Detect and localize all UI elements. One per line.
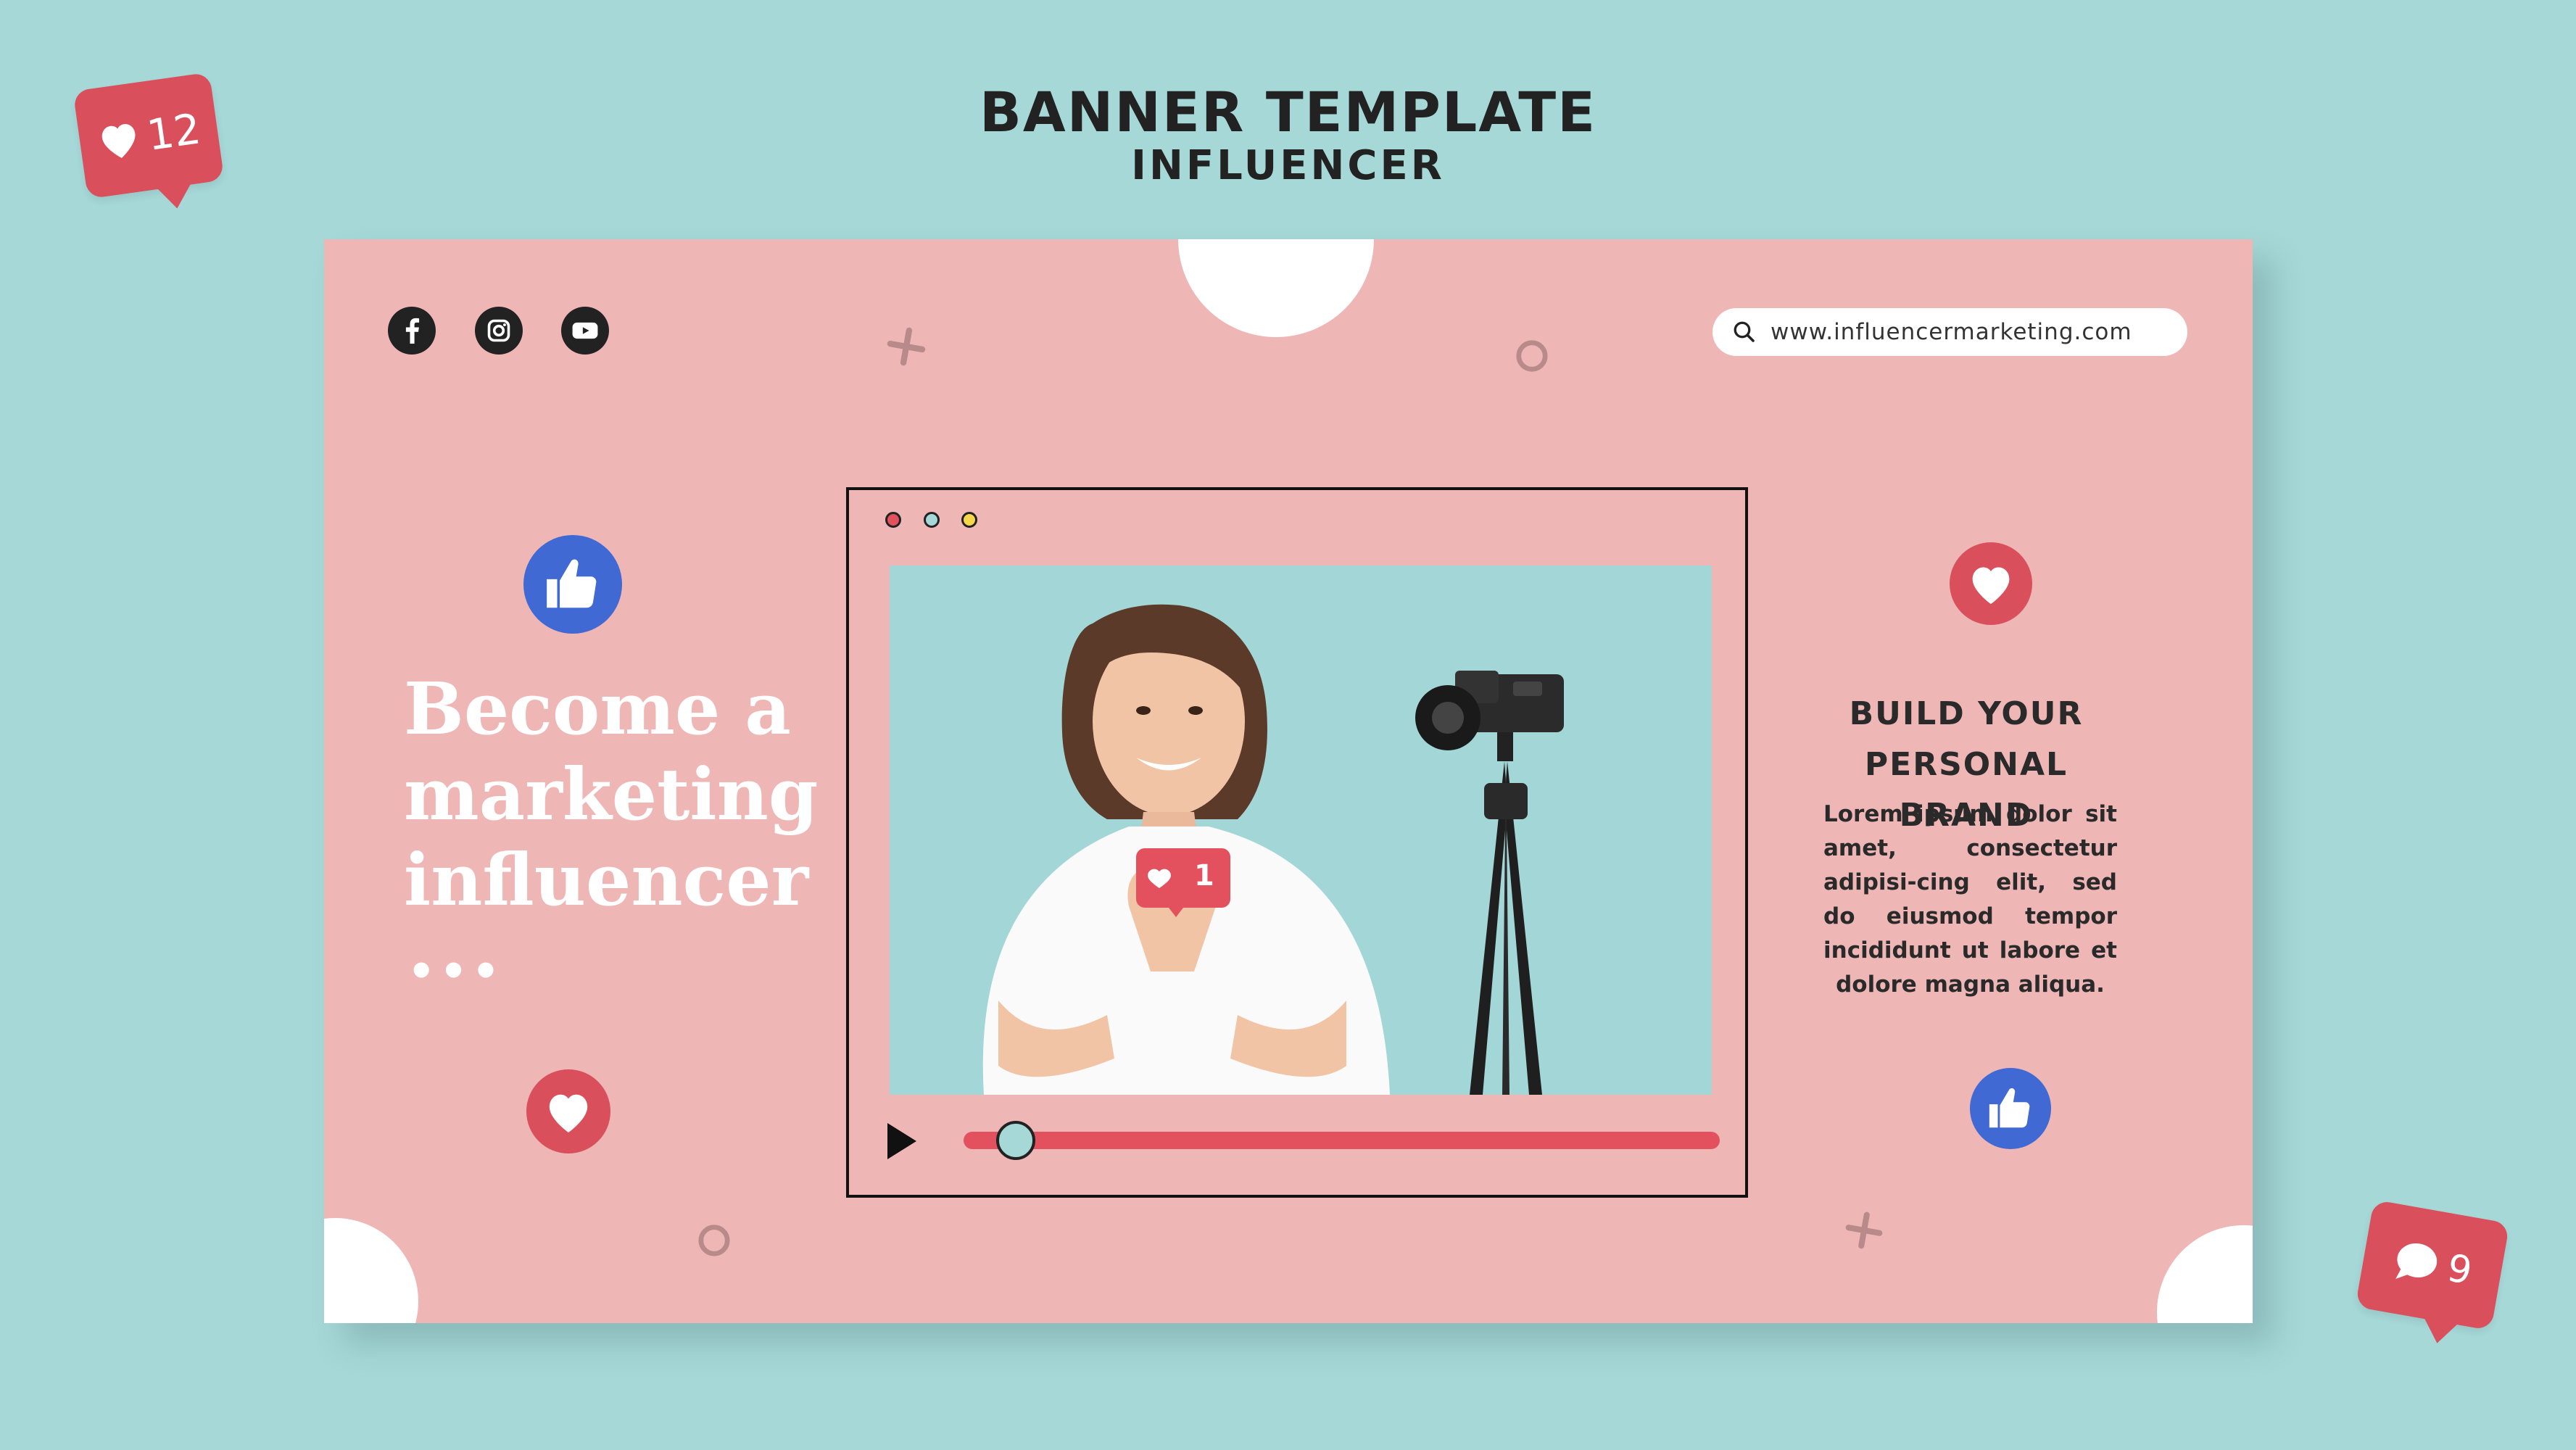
window-dot-red[interactable]	[885, 512, 901, 528]
bottom-left-circle-decoration	[324, 1218, 418, 1323]
play-icon[interactable]	[884, 1119, 920, 1163]
headline-line-2: marketing	[404, 753, 819, 837]
top-circle-decoration	[1178, 239, 1374, 337]
search-icon	[1734, 321, 1755, 342]
video-player-window: 1	[846, 487, 1748, 1198]
page-subtitle: INFLUENCER	[1131, 142, 1445, 189]
video-progress-handle[interactable]	[996, 1121, 1036, 1160]
url-search-bar[interactable]: www.influencermarketing.com	[1712, 308, 2187, 356]
thumbs-up-icon	[1989, 1088, 2030, 1128]
plus-decoration	[887, 327, 926, 366]
window-dot-yellow[interactable]	[961, 512, 977, 528]
influencer-illustration	[982, 604, 1564, 1095]
youtube-icon[interactable]	[561, 307, 609, 355]
comment-icon	[2395, 1243, 2438, 1280]
brand-body: Lorem ipsum dolor sit amet, consectetur …	[1823, 801, 2117, 998]
headline-line-1: Become a	[404, 668, 791, 751]
heart-icon	[549, 1094, 588, 1133]
comment-notification: 9	[2355, 1199, 2510, 1331]
ring-decoration	[698, 1225, 730, 1256]
like-notification: 12	[73, 72, 225, 199]
thumbs-up-badge	[1970, 1068, 2051, 1149]
comment-count: 9	[2443, 1246, 2475, 1294]
bottom-right-circle-decoration	[2157, 1225, 2253, 1323]
facebook-icon[interactable]	[388, 307, 436, 355]
ellipsis-dots: •••	[407, 946, 505, 997]
heart-icon	[1972, 567, 2010, 605]
heart-badge	[1950, 542, 2032, 625]
heart-badge	[526, 1069, 610, 1153]
plus-decoration	[1845, 1211, 1883, 1249]
ring-decoration	[1516, 340, 1548, 372]
heart-icon	[102, 124, 136, 158]
headline-line-3: influencer	[404, 839, 809, 922]
headline: Become a marketing influencer	[404, 667, 819, 924]
thumbs-up-badge	[523, 535, 622, 634]
like-count: 12	[144, 104, 204, 160]
video-progress-bar[interactable]	[964, 1132, 1720, 1149]
page-title: BANNER TEMPLATE	[979, 80, 1597, 144]
influencer-photo: 1	[890, 566, 1712, 1095]
window-dot-teal[interactable]	[924, 512, 940, 528]
photo-like-count: 1	[1194, 859, 1214, 892]
thumbs-up-icon	[547, 559, 597, 608]
brand-title-line-1: BUILD YOUR	[1849, 695, 2084, 732]
banner-card: www.influencermarketing.com Become a mar…	[324, 239, 2253, 1323]
url-text: www.influencermarketing.com	[1771, 319, 2132, 345]
instagram-icon[interactable]	[475, 307, 523, 355]
